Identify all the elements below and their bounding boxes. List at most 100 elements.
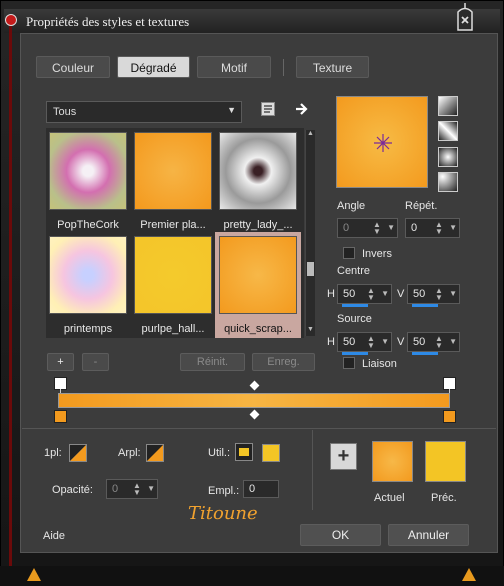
current-swatch[interactable] [372,441,413,482]
scroll-up-icon[interactable]: ▲ [306,130,315,140]
previous-label: Préc. [431,492,457,504]
color-stop-start[interactable] [54,410,67,423]
user-color-chip [239,448,249,456]
user-label: Util.: [208,447,230,459]
gradient-thumb-pretty-lady[interactable] [219,132,297,210]
center-v-value: 50 [413,288,426,300]
chevron-down-icon[interactable]: ▼ [449,337,457,346]
opacity-spinner[interactable]: 0 ▲ ▼ ▼ [106,479,158,499]
window-title: Propriétés des styles et textures [26,14,190,29]
chevron-down-icon[interactable]: ▼ [449,223,457,232]
spin-arrows-icon[interactable]: ▲ ▼ [367,287,377,302]
window-rail [9,26,12,571]
gradient-thumb-purlpe[interactable] [134,236,212,314]
add-gradient-button[interactable]: + [47,353,74,371]
gradient-thumb-quick-scrap[interactable] [219,236,297,314]
rectangular-style-icon[interactable] [438,121,458,141]
chevron-down-icon[interactable]: ▼ [381,289,389,298]
gradient-list-icon[interactable] [260,101,276,117]
color-stop-end[interactable] [443,410,456,423]
gradient-thumb-poptheCork[interactable] [49,132,127,210]
sunburst-style-icon[interactable] [438,172,458,192]
linear-style-icon[interactable] [438,96,458,116]
signature-watermark: Titoune [188,503,258,524]
save-gradient-button[interactable]: Enreg. [252,353,315,371]
cancel-button[interactable]: Annuler [388,524,469,546]
gradient-preview[interactable] [336,96,428,188]
source-v-spinner[interactable]: 50 ▲ ▼ ▼ [407,332,460,355]
invert-checkbox[interactable] [343,247,355,259]
scroll-thumb[interactable] [307,262,314,276]
link-label: Liaison [362,358,397,370]
help-link[interactable]: Aide [43,530,65,542]
spin-arrows-icon[interactable]: ▲ ▼ [367,335,377,350]
center-v-spinner[interactable]: 50 ▲ ▼ ▼ [407,284,460,307]
user-color-swatch[interactable] [262,444,280,462]
location-label: Empl.: [208,485,240,497]
previous-swatch[interactable] [425,441,466,482]
gallery-scrollbar[interactable]: ▲ ▼ [305,130,315,336]
section-divider [22,428,496,429]
source-label: Source [337,313,372,325]
close-icon[interactable] [454,2,476,32]
repeat-spinner[interactable]: 0 ▲ ▼ ▼ [405,218,460,238]
user-color-button[interactable] [235,443,253,461]
tab-divider [283,59,284,76]
back-plane-swatch-icon[interactable] [146,444,164,462]
add-swatch-button[interactable]: + [330,443,357,470]
corner-ornament-icon [462,568,476,581]
source-h-spinner[interactable]: 50 ▲ ▼ ▼ [337,332,392,355]
first-plane-label: 1pl: [44,447,62,459]
window-dot-icon [5,14,17,26]
center-h-value: 50 [343,288,356,300]
center-crosshair-icon[interactable] [373,133,393,153]
back-plane-label: Arpl: [118,447,141,459]
scroll-down-icon[interactable]: ▼ [306,326,315,336]
center-label: Centre [337,265,371,277]
chevron-down-icon[interactable]: ▼ [449,289,457,298]
first-plane-swatch-icon[interactable] [69,444,87,462]
gradient-thumb-printemps[interactable] [49,236,127,314]
gradient-bar[interactable] [58,393,450,408]
invert-label: Invers [362,248,392,260]
tab-couleur[interactable]: Couleur [36,56,110,78]
link-checkbox[interactable] [343,357,355,369]
section-divider-vertical [312,430,313,510]
thumb-label: printemps [63,323,113,335]
chevron-down-icon[interactable]: ▼ [387,223,395,232]
chevron-down-icon[interactable]: ▼ [381,337,389,346]
spin-arrows-icon[interactable]: ▲ ▼ [435,287,445,302]
repeat-value: 0 [411,222,418,234]
tab-texture[interactable]: Texture [296,56,369,78]
center-h-label: H [327,288,335,300]
angle-label: Angle [337,200,366,212]
chevron-down-icon: ▼ [227,105,236,115]
chevron-down-icon[interactable]: ▼ [147,484,155,493]
center-v-label: V [397,288,405,300]
location-value: 0 [249,483,256,495]
location-input[interactable]: 0 [243,480,279,498]
radial-style-icon[interactable] [438,147,458,167]
center-h-spinner[interactable]: 50 ▲ ▼ ▼ [337,284,392,307]
gradient-thumb-premier[interactable] [134,132,212,210]
current-label: Actuel [374,492,405,504]
angle-spinner[interactable]: 0 ▲ ▼ ▼ [337,218,398,238]
spin-arrows-icon[interactable]: ▲ ▼ [373,221,383,236]
spin-arrows-icon[interactable]: ▲ ▼ [435,221,445,236]
spin-arrows-icon[interactable]: ▲ ▼ [435,335,445,350]
thumb-label: Premier pla... [140,219,206,231]
focus-indicator [342,352,368,355]
category-dropdown[interactable]: Tous ▼ [46,101,242,123]
ok-button[interactable]: OK [300,524,381,546]
source-h-value: 50 [343,336,356,348]
tab-degrade[interactable]: Dégradé [117,56,190,78]
reset-button[interactable]: Réinit. [180,353,245,371]
spin-arrows-icon[interactable]: ▲ ▼ [133,482,143,497]
thumb-label: PopTheCork [57,219,119,231]
focus-indicator [342,304,368,307]
focus-indicator [412,304,438,307]
angle-value: 0 [343,222,350,234]
tab-motif[interactable]: Motif [197,56,271,78]
arrow-right-icon[interactable] [295,102,309,116]
remove-gradient-button[interactable]: - [82,353,109,371]
